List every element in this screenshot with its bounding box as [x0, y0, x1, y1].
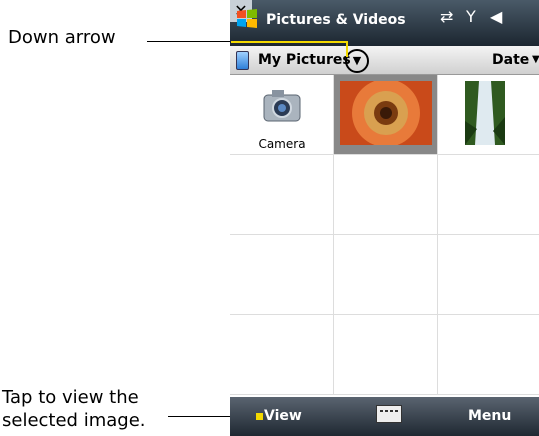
- menu-softkey[interactable]: Menu: [468, 408, 511, 424]
- down-arrow-button[interactable]: ▼: [345, 49, 369, 73]
- thumbnail-camera[interactable]: Camera: [230, 75, 334, 155]
- grid-cell-empty: [230, 315, 334, 395]
- callout-tap-line1: Tap to view the: [2, 387, 139, 408]
- device-screen: Pictures & Videos ⇄ Y ◀ ✕ My Pictures ▼ …: [230, 0, 539, 436]
- folder-bar: My Pictures ▼ Date ▼: [230, 46, 539, 75]
- callout-tap-view: Tap to view the selected image.: [2, 386, 146, 432]
- highlight-connector: [346, 41, 348, 57]
- sync-icon[interactable]: ⇄: [440, 7, 453, 26]
- sort-dropdown[interactable]: Date: [492, 52, 529, 68]
- title-bar: Pictures & Videos ⇄ Y ◀ ✕: [230, 0, 539, 46]
- grid-cell-empty: [438, 235, 539, 315]
- flower-thumbnail: [340, 81, 432, 145]
- app-title: Pictures & Videos: [266, 12, 406, 28]
- callout-tap-line2: selected image.: [2, 410, 146, 431]
- device-icon: [236, 51, 249, 70]
- windows-start-icon[interactable]: [236, 8, 258, 30]
- waterfall-thumbnail: [465, 81, 505, 145]
- grid-cell-empty: [334, 155, 438, 235]
- chevron-down-icon[interactable]: ▼: [532, 54, 539, 65]
- camera-icon: [263, 90, 301, 122]
- highlight-marker: [256, 413, 263, 420]
- grid-cell-empty: [334, 315, 438, 395]
- keyboard-icon[interactable]: [376, 405, 402, 423]
- grid-cell-empty: [334, 235, 438, 315]
- grid-cell-empty: [230, 235, 334, 315]
- signal-icon[interactable]: Y: [466, 7, 476, 26]
- grid-cell-empty: [438, 315, 539, 395]
- thumbnail-waterfall[interactable]: [438, 75, 539, 155]
- callout-down-arrow: Down arrow: [8, 27, 116, 48]
- thumbnail-flower-selected[interactable]: [334, 75, 438, 155]
- folder-dropdown[interactable]: My Pictures: [258, 52, 351, 68]
- volume-icon[interactable]: ◀: [490, 7, 502, 26]
- highlight-connector: [231, 41, 347, 43]
- soft-key-bar: View Menu: [230, 397, 539, 436]
- grid-cell-empty: [230, 155, 334, 235]
- grid-cell-empty: [438, 155, 539, 235]
- view-softkey[interactable]: View: [264, 408, 302, 424]
- camera-label: Camera: [258, 137, 306, 151]
- thumbnail-grid: Camera: [230, 75, 539, 397]
